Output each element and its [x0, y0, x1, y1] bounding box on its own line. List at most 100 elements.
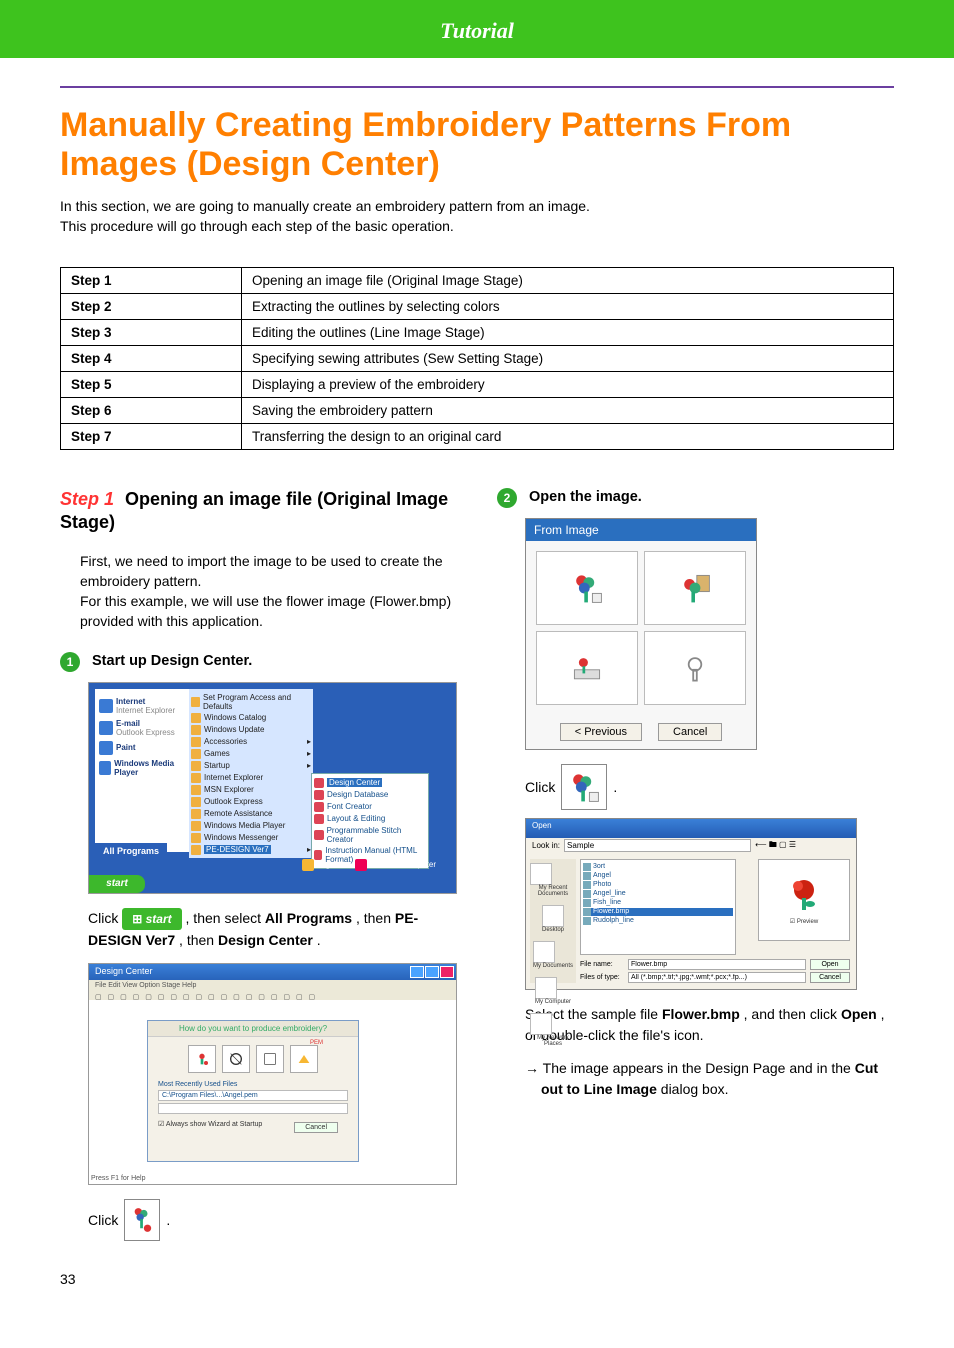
- choice-new-line-icon: [222, 1045, 250, 1073]
- lookin-label: Look in:: [532, 841, 560, 850]
- thumb-twain-icon: [536, 631, 638, 705]
- preview-checkbox: Preview: [797, 919, 818, 925]
- step-label: Step 5: [61, 371, 242, 397]
- txt: , and then click: [744, 1006, 841, 1022]
- table-row: Step 4Specifying sewing attributes (Sew …: [61, 345, 894, 371]
- txt: Open: [841, 1006, 877, 1022]
- step1-intro: First, we need to import the image to be…: [80, 551, 457, 632]
- choice-pem-icon: PEM: [290, 1045, 318, 1073]
- top-divider: [60, 86, 894, 88]
- logoff-label: Log Off: [317, 860, 343, 869]
- arrow-line: The image appears in the Design Page and…: [541, 1058, 894, 1100]
- step1-heading: Step 1 Opening an image file (Original I…: [60, 488, 457, 535]
- txt: Click: [88, 910, 122, 926]
- from-image-title: From Image: [526, 519, 756, 541]
- step-label: Step 4: [61, 345, 242, 371]
- previous-button[interactable]: < Previous: [560, 723, 642, 741]
- filename-label: File name:: [580, 961, 624, 968]
- wizard-cancel-button: Cancel: [294, 1122, 338, 1133]
- choice-from-image-icon: [188, 1045, 216, 1073]
- step-desc: Extracting the outlines by selecting col…: [242, 293, 894, 319]
- substep-1: 1 Start up Design Center.: [60, 652, 457, 672]
- txt: , then: [356, 910, 395, 926]
- click-start-line: Click start , then select All Programs ,…: [88, 908, 457, 951]
- step-desc: Displaying a preview of the embroidery: [242, 371, 894, 397]
- from-image-icon: [124, 1199, 160, 1241]
- step-desc: Specifying sewing attributes (Sew Settin…: [242, 345, 894, 371]
- steps-table: Step 1Opening an image file (Original Im…: [60, 267, 894, 450]
- step-label: Step 6: [61, 397, 242, 423]
- preview-pane: ☑ Preview: [758, 859, 850, 941]
- select-line: Select the sample file Flower.bmp , and …: [525, 1004, 894, 1046]
- thumb-current-icon: [644, 631, 746, 705]
- intro-text: In this section, we are going to manuall…: [60, 196, 894, 237]
- thumb-from-file-icon: [536, 551, 638, 625]
- header-title: Tutorial: [440, 18, 514, 43]
- table-row: Step 2Extracting the outlines by selecti…: [61, 293, 894, 319]
- table-row: Step 5Displaying a preview of the embroi…: [61, 371, 894, 397]
- txt: , then: [179, 932, 218, 948]
- page-title: Manually Creating Embroidery Patterns Fr…: [60, 106, 894, 184]
- toolbar-icons-icon: ⟵ 🖿 ▢ ☰: [755, 839, 796, 853]
- click-label: Click: [525, 779, 555, 795]
- table-row: Step 3Editing the outlines (Line Image S…: [61, 319, 894, 345]
- click-open-line: Click .: [525, 764, 894, 810]
- taskbar-start-button: start: [89, 875, 145, 893]
- step-desc: Saving the embroidery pattern: [242, 397, 894, 423]
- table-row: Step 1Opening an image file (Original Im…: [61, 267, 894, 293]
- step-label: Step 7: [61, 423, 242, 449]
- lookin-input[interactable]: [564, 839, 751, 852]
- table-row: Step 7Transferring the design to an orig…: [61, 423, 894, 449]
- txt: The image appears in the Design Page and…: [543, 1060, 855, 1076]
- step1-title: Opening an image file (Original Image St…: [60, 489, 448, 532]
- start-button-inline: start: [122, 908, 181, 930]
- cancel-button[interactable]: Cancel: [658, 723, 722, 741]
- txt: .: [317, 932, 321, 948]
- step-label: Step 2: [61, 293, 242, 319]
- txt: All Programs: [265, 910, 352, 926]
- filename-input[interactable]: [628, 959, 806, 970]
- filetype-label: Files of type:: [580, 974, 624, 981]
- wizard-question: How do you want to produce embroidery?: [148, 1021, 358, 1037]
- always-show-checkbox: Always show Wizard at Startup: [166, 1121, 262, 1128]
- start-menu-screenshot: InternetInternet ExplorerE-mailOutlook E…: [88, 682, 457, 894]
- menubar: File Edit View Option Stage Help: [89, 980, 456, 991]
- step-desc: Transferring the design to an original c…: [242, 423, 894, 449]
- click-from-image-line: Click .: [88, 1199, 457, 1241]
- open-cancel-button[interactable]: Cancel: [810, 972, 850, 983]
- wizard-screenshot: Design Center File Edit View Option Stag…: [88, 963, 457, 1185]
- window-buttons-icon: [410, 966, 454, 978]
- step-label: Step 3: [61, 319, 242, 345]
- txt: Flower.bmp: [662, 1006, 740, 1022]
- all-programs-item: All Programs: [95, 843, 167, 859]
- substep1-title: Start up Design Center.: [92, 652, 252, 669]
- from-image-dialog: From Image: [525, 518, 757, 750]
- status-bar: Press F1 for Help: [91, 1175, 145, 1182]
- badge-1-icon: 1: [60, 652, 80, 672]
- badge-2-icon: 2: [497, 488, 517, 508]
- txt: Design Center: [218, 932, 313, 948]
- thumb-clipboard-icon: [644, 551, 746, 625]
- substep2-title: Open the image.: [529, 488, 642, 505]
- choice-new-figure-icon: [256, 1045, 284, 1073]
- page-body: Manually Creating Embroidery Patterns Fr…: [0, 58, 954, 1327]
- step1-label: Step 1: [60, 489, 114, 509]
- wizard-title: Design Center: [95, 966, 153, 976]
- page-header: Tutorial: [0, 0, 954, 58]
- open-title: Open: [532, 821, 552, 830]
- open-button[interactable]: Open: [810, 959, 850, 970]
- right-column: 2 Open the image. From Image: [497, 488, 894, 1241]
- mru-label: Most Recently Used Files: [158, 1081, 348, 1088]
- open-dialog-screenshot: Open Look in: ⟵ 🖿 ▢ ☰ My Recent Document…: [525, 818, 857, 990]
- mru-line: C:\Program Files\...\Angel.pem: [158, 1090, 348, 1101]
- open-file-icon: [561, 764, 607, 810]
- step-label: Step 1: [61, 267, 242, 293]
- left-column: Step 1 Opening an image file (Original I…: [60, 488, 457, 1241]
- txt: , then select: [186, 910, 265, 926]
- substep-2: 2 Open the image.: [497, 488, 894, 508]
- table-row: Step 6Saving the embroidery pattern: [61, 397, 894, 423]
- txt: dialog box.: [661, 1081, 729, 1097]
- step-desc: Editing the outlines (Line Image Stage): [242, 319, 894, 345]
- filetype-input[interactable]: [628, 972, 806, 983]
- turnoff-label: Turn Off Computer: [370, 860, 436, 869]
